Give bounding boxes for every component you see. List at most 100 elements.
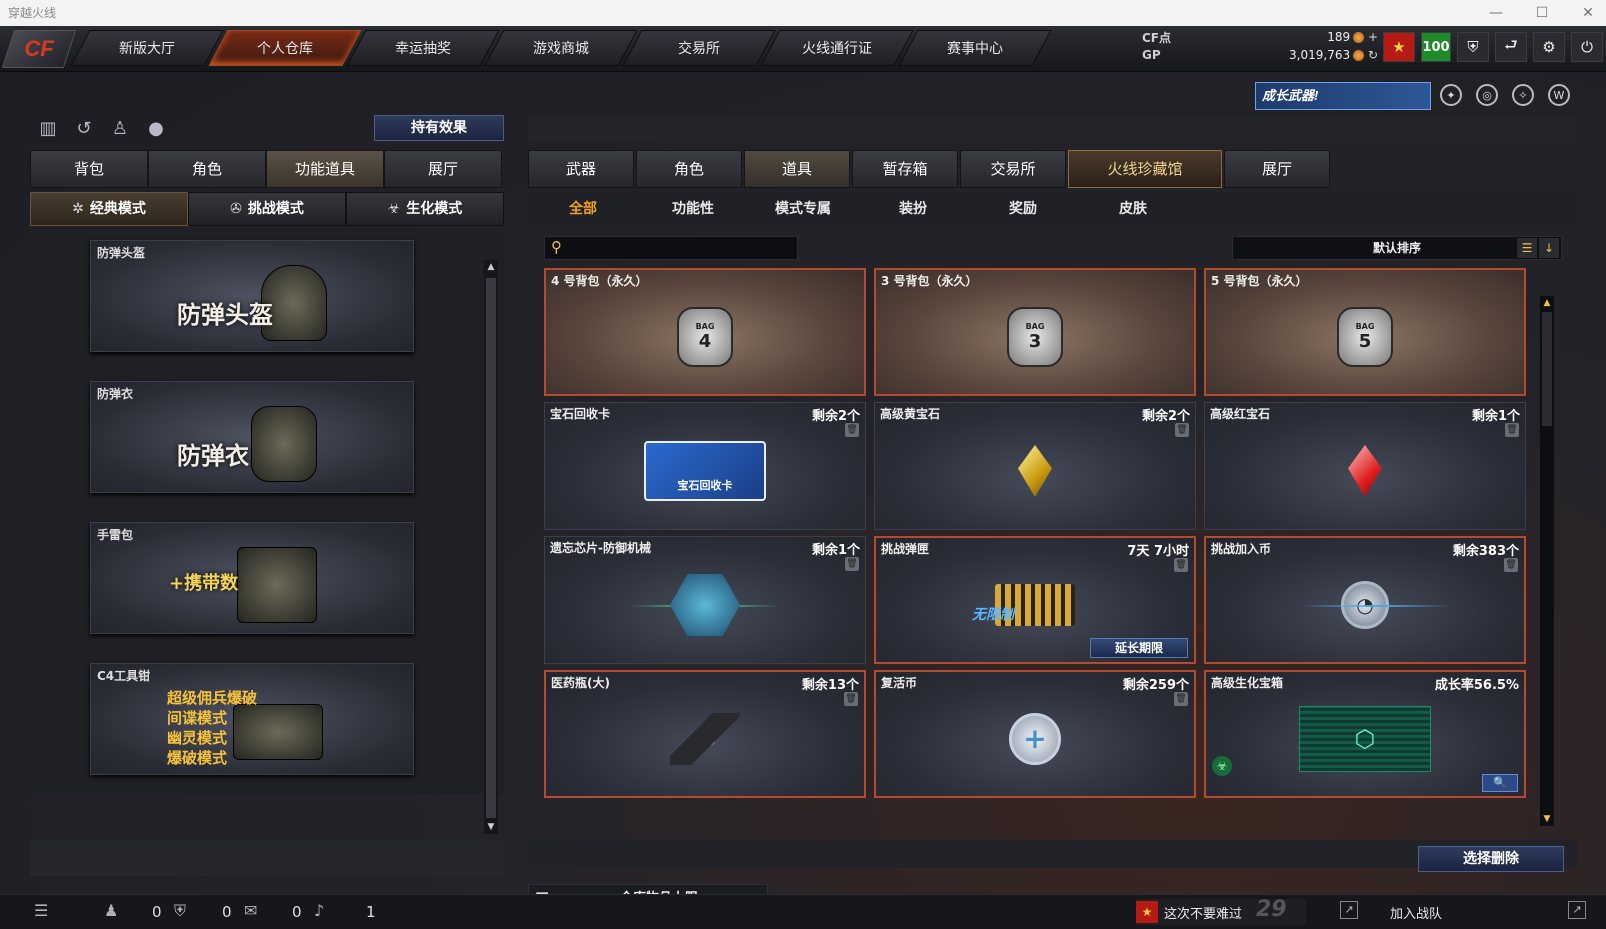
scroll-thumb[interactable] <box>486 278 496 818</box>
item-card[interactable]: 高级红宝石 剩余1个 🗑 <box>1204 402 1526 530</box>
item-card[interactable]: 挑战弹匣 7天 7小时 🗑 无限制 延长期限 <box>874 536 1196 664</box>
right-tab-collection[interactable]: 火线珍藏馆 <box>1068 150 1222 188</box>
close-button[interactable]: ✕ <box>1580 0 1596 26</box>
growth-weapon-banner[interactable]: 成长武器! <box>1255 82 1431 110</box>
list-view-icon[interactable]: ☰ <box>1517 238 1537 258</box>
cf-logo[interactable]: CF <box>1 30 77 68</box>
right-tab-storage[interactable]: 暂存箱 <box>852 150 958 188</box>
chat-icon[interactable]: ✉ <box>244 901 257 920</box>
level-badge[interactable]: 100 <box>1421 32 1451 62</box>
subtab-outfit[interactable]: 装扮 <box>858 192 968 226</box>
scroll-down-icon[interactable]: ▼ <box>1540 812 1554 826</box>
right-tab-weapons[interactable]: 武器 <box>528 150 634 188</box>
item-card[interactable]: 高级黄宝石 剩余2个 🗑 <box>874 402 1196 530</box>
sub-tabs: 全部 功能性 模式专属 装扮 奖励 皮肤 <box>528 192 1578 226</box>
trash-icon[interactable]: 🗑 <box>845 557 859 571</box>
subtab-all[interactable]: 全部 <box>528 192 638 226</box>
holding-effect-button[interactable]: 持有效果 <box>374 115 504 141</box>
left-tab-functional[interactable]: 功能道具 <box>266 150 384 188</box>
left-scrollbar[interactable]: ▲ ▼ <box>484 260 498 834</box>
nav-tab-pass[interactable]: 火线通行证 <box>760 30 914 66</box>
extend-duration-button[interactable]: 延长期限 <box>1090 638 1188 658</box>
slot-grenade-pack[interactable]: 手雷包 +携带数 <box>90 522 414 634</box>
power-icon[interactable]: ⏻ <box>1571 32 1603 62</box>
wing-icon[interactable]: W <box>1548 84 1570 106</box>
nav-tab-warehouse[interactable]: 个人仓库 <box>208 30 362 66</box>
scroll-up-icon[interactable]: ▲ <box>484 260 498 274</box>
trash-icon[interactable]: 🗑 <box>1175 423 1189 437</box>
item-card[interactable]: 复活币 剩余259个 🗑 + <box>874 670 1196 798</box>
left-tab-showroom[interactable]: 展厅 <box>384 150 502 188</box>
grenade-icon[interactable]: ● <box>144 116 168 140</box>
item-card[interactable]: 医药瓶(大) 剩余13个 🗑 <box>544 670 866 798</box>
globe-icon[interactable]: ◎ <box>1476 84 1498 106</box>
speaker-icon[interactable]: ♪ <box>314 901 324 920</box>
gear-icon[interactable]: ⚙ <box>1533 32 1565 62</box>
nav-tab-lottery[interactable]: 幸运抽奖 <box>346 30 500 66</box>
stats-icon[interactable]: ▥ <box>36 116 60 140</box>
slot-helmet[interactable]: 防弹头盔 防弹头盔 <box>90 240 414 352</box>
trash-icon[interactable]: 🗑 <box>1504 558 1518 572</box>
right-tab-items[interactable]: 道具 <box>744 150 850 188</box>
subtab-skin[interactable]: 皮肤 <box>1078 192 1188 226</box>
badge-icon[interactable]: ✦ <box>1440 84 1462 106</box>
nav-tab-lobby[interactable]: 新版大厅 <box>70 30 224 66</box>
clan-icon[interactable]: ⛨ <box>174 901 186 921</box>
mode-tab-classic[interactable]: ✲ 经典模式 <box>30 192 188 226</box>
item-card[interactable]: 4 号背包（永久） BAG 4 <box>544 268 866 396</box>
return-icon[interactable]: ⮐ <box>1495 32 1527 62</box>
rocket-icon[interactable]: ✧ <box>1512 84 1534 106</box>
search-box[interactable]: ⚲ <box>544 236 798 260</box>
scroll-down-icon[interactable]: ▼ <box>484 820 498 834</box>
sort-desc-icon[interactable]: ↓ <box>1539 238 1559 258</box>
nav-tab-shop[interactable]: 游戏商城 <box>484 30 638 66</box>
character-icon[interactable]: ♙ <box>108 116 132 140</box>
subtab-mode-exclusive[interactable]: 模式专属 <box>748 192 858 226</box>
shield-icon[interactable]: ⛨ <box>1457 32 1489 62</box>
scroll-thumb[interactable] <box>1542 312 1552 426</box>
vip-icon[interactable]: ★ <box>1383 32 1415 62</box>
trash-icon[interactable]: 🗑 <box>1174 558 1188 572</box>
search-input[interactable] <box>573 239 793 257</box>
trash-icon[interactable]: 🗑 <box>1174 692 1188 706</box>
item-card[interactable]: 5 号背包（永久） BAG 5 <box>1204 268 1526 396</box>
select-delete-button[interactable]: 选择删除 <box>1418 846 1564 872</box>
minimize-button[interactable]: — <box>1488 0 1504 26</box>
join-team-button[interactable]: 加入战队 <box>1390 903 1442 922</box>
refresh-gp-button[interactable]: ↻ <box>1368 48 1378 62</box>
trash-icon[interactable]: 🗑 <box>845 423 859 437</box>
trash-icon[interactable]: 🗑 <box>844 692 858 706</box>
history-icon[interactable]: ↺ <box>72 116 96 140</box>
add-cf-button[interactable]: + <box>1368 30 1378 44</box>
sort-dropdown[interactable]: 默认排序 <box>1232 236 1562 260</box>
subtab-reward[interactable]: 奖励 <box>968 192 1078 226</box>
slot-vest[interactable]: 防弹衣 防弹衣 <box>90 381 414 493</box>
slot-c4-tool[interactable]: C4工具钳 超级佣兵爆破 间谍模式 幽灵模式 爆破模式 <box>90 663 414 775</box>
mode-tab-biochemical[interactable]: ☣ 生化模式 <box>346 192 504 226</box>
external-link-icon[interactable]: ↗ <box>1568 901 1586 919</box>
item-card[interactable]: 3 号背包（永久） BAG 3 <box>874 268 1196 396</box>
item-card[interactable]: 遗忘芯片-防御机械 剩余1个 🗑 <box>544 536 866 664</box>
external-link-icon[interactable]: ↗ <box>1340 901 1358 919</box>
left-tab-character[interactable]: 角色 <box>148 150 266 188</box>
maximize-button[interactable]: ☐ <box>1534 0 1550 26</box>
right-tab-character[interactable]: 角色 <box>636 150 742 188</box>
notice-ticker[interactable]: ★ 这次不要难过 29 <box>1136 897 1306 925</box>
nav-tab-events[interactable]: 赛事中心 <box>898 30 1052 66</box>
preview-button[interactable]: 🔍 <box>1482 774 1518 792</box>
right-tab-showroom[interactable]: 展厅 <box>1224 150 1330 188</box>
friends-icon[interactable]: ♟ <box>104 901 118 920</box>
nav-tab-exchange[interactable]: 交易所 <box>622 30 776 66</box>
item-card[interactable]: 挑战加入币 剩余383个 🗑 ◔ <box>1204 536 1526 664</box>
right-tab-exchange[interactable]: 交易所 <box>960 150 1066 188</box>
left-tab-backpack[interactable]: 背包 <box>30 150 148 188</box>
menu-icon[interactable]: ☰ <box>34 901 48 920</box>
scroll-up-icon[interactable]: ▲ <box>1540 296 1554 310</box>
right-scrollbar[interactable]: ▲ ▼ <box>1540 296 1554 826</box>
trash-icon[interactable]: 🗑 <box>1505 423 1519 437</box>
medkit-gun-icon <box>670 712 740 765</box>
item-card[interactable]: 高级生化宝箱 成长率56.5% ⬡ ☣ 🔍 <box>1204 670 1526 798</box>
item-card[interactable]: 宝石回收卡 剩余2个 🗑 宝石回收卡 <box>544 402 866 530</box>
mode-tab-challenge[interactable]: ✇ 挑战模式 <box>188 192 346 226</box>
subtab-functional[interactable]: 功能性 <box>638 192 748 226</box>
